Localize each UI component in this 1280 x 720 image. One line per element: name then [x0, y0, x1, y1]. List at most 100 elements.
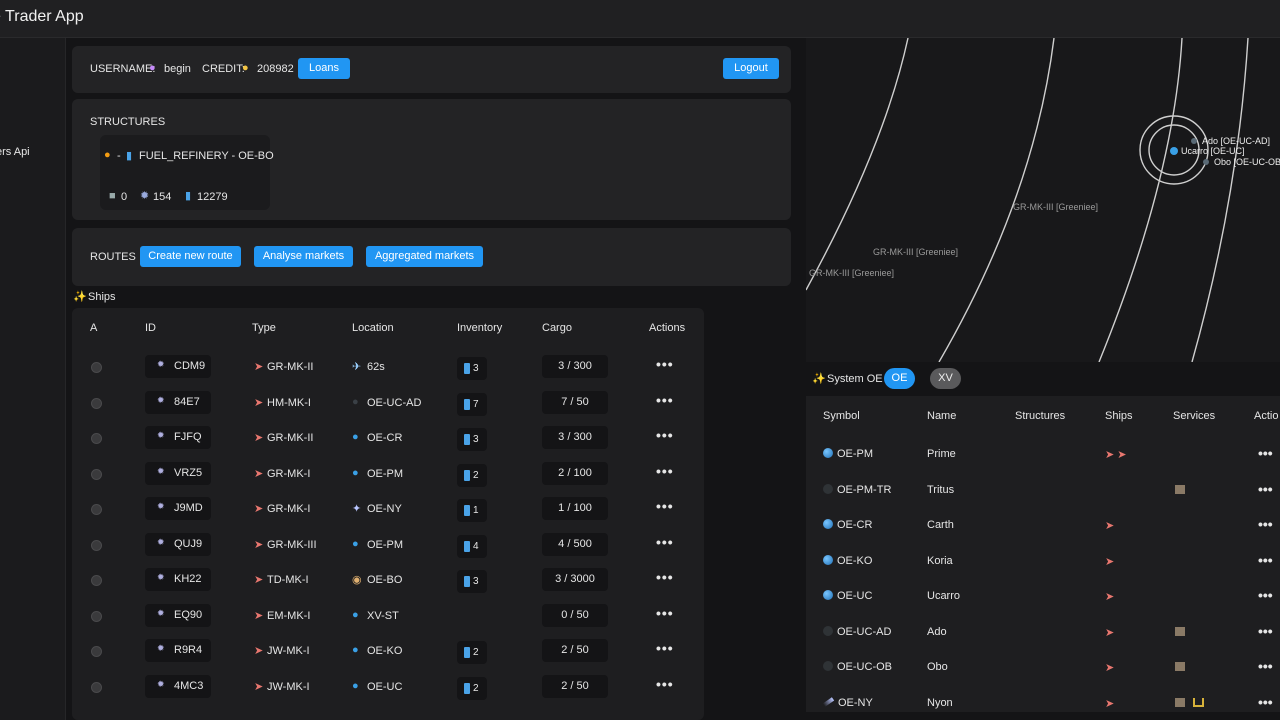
- map-label-ucarro[interactable]: Ucarro [OE-UC]: [1181, 146, 1245, 156]
- table-row[interactable]: OE-NY Nyon ➤ •••: [806, 686, 1280, 713]
- table-row[interactable]: OE-CR Carth ➤ •••: [806, 508, 1280, 543]
- ship-id-chip[interactable]: ✹ VRZ5: [145, 461, 211, 485]
- system-symbol-cell[interactable]: OE-PM: [823, 448, 873, 460]
- more-actions-button[interactable]: •••: [656, 498, 674, 514]
- more-actions-button[interactable]: •••: [1258, 658, 1273, 674]
- ship-id-chip[interactable]: ✹ EQ90: [145, 603, 211, 627]
- ship-location[interactable]: XV-ST: [367, 610, 399, 622]
- inventory-chip[interactable]: 3: [457, 428, 487, 451]
- column-header-id[interactable]: ID: [145, 322, 156, 334]
- map-label-obo[interactable]: Obo [OE-UC-OB]: [1214, 157, 1280, 167]
- column-header-services[interactable]: Services: [1173, 410, 1215, 422]
- system-pill-oe[interactable]: OE: [884, 368, 915, 389]
- more-actions-button[interactable]: •••: [1258, 516, 1273, 532]
- map-label-ship-2[interactable]: GR-MK-III [Greeniee]: [873, 247, 958, 257]
- inventory-chip[interactable]: 2: [457, 641, 487, 664]
- inventory-chip[interactable]: 7: [457, 392, 487, 416]
- system-symbol-cell[interactable]: OE-UC-AD: [823, 625, 891, 638]
- ship-location[interactable]: OE-NY: [367, 503, 402, 515]
- column-header-inventory[interactable]: Inventory: [457, 322, 502, 334]
- table-row[interactable]: ✹ EQ90 ➤ EM-MK-I ● XV-ST 0 / 50 •••: [72, 598, 704, 633]
- inventory-chip[interactable]: 2: [457, 463, 487, 487]
- map-label-ship-1[interactable]: GR-MK-III [Greeniee]: [1013, 202, 1098, 212]
- ship-location[interactable]: OE-UC: [367, 681, 402, 693]
- more-actions-button[interactable]: •••: [656, 392, 674, 408]
- more-actions-button[interactable]: •••: [656, 569, 674, 585]
- table-row[interactable]: ✹ J9MD ➤ GR-MK-I ✦ OE-NY 1 1 / 100 •••: [72, 491, 704, 526]
- select-radio[interactable]: [91, 397, 102, 409]
- table-row[interactable]: OE-UC-AD Ado ➤ •••: [806, 615, 1280, 650]
- column-header-ships[interactable]: Ships: [1105, 410, 1133, 422]
- loans-button[interactable]: Loans: [298, 58, 350, 79]
- more-actions-button[interactable]: •••: [656, 676, 674, 692]
- column-header-structures[interactable]: Structures: [1015, 410, 1065, 422]
- ship-id-chip[interactable]: ✹ QUJ9: [145, 532, 211, 556]
- inventory-chip[interactable]: 4: [457, 534, 487, 558]
- table-row[interactable]: OE-KO Koria ➤ •••: [806, 544, 1280, 579]
- system-symbol-cell[interactable]: OE-PM-TR: [823, 483, 891, 496]
- column-header-name[interactable]: Name: [927, 410, 956, 422]
- more-actions-button[interactable]: •••: [1258, 445, 1273, 461]
- select-radio[interactable]: [91, 433, 102, 444]
- table-row[interactable]: ✹ 4MC3 ➤ JW-MK-I ● OE-UC 2 2 / 50 •••: [72, 669, 704, 704]
- create-route-button[interactable]: Create new route: [140, 246, 241, 267]
- sidebar-item-api[interactable]: ers Api: [0, 146, 30, 158]
- select-radio[interactable]: [91, 362, 102, 373]
- more-actions-button[interactable]: •••: [656, 534, 674, 550]
- aggregated-markets-button[interactable]: Aggregated markets: [366, 246, 483, 267]
- table-row[interactable]: ✹ VRZ5 ➤ GR-MK-I ● OE-PM 2 2 / 100 •••: [72, 456, 704, 491]
- table-row[interactable]: OE-PM-TR Tritus •••: [806, 473, 1280, 508]
- more-actions-button[interactable]: •••: [1258, 481, 1273, 497]
- table-row[interactable]: ✹ CDM9 ➤ GR-MK-II ✈ 62s 3 3 / 300 •••: [72, 349, 704, 384]
- ship-location[interactable]: OE-KO: [367, 645, 402, 657]
- table-row[interactable]: ✹ 84E7 ➤ HM-MK-I ● OE-UC-AD 7 7 / 50 •••: [72, 385, 704, 420]
- select-radio[interactable]: [91, 575, 102, 586]
- table-row[interactable]: ✹ KH22 ➤ TD-MK-I ◉ OE-BO 3 3 / 3000 •••: [72, 562, 704, 597]
- ship-id-chip[interactable]: ✹ 84E7: [145, 390, 211, 414]
- ship-id-chip[interactable]: ✹ 4MC3: [145, 674, 211, 698]
- select-radio[interactable]: [91, 539, 102, 551]
- ship-location[interactable]: 62s: [367, 361, 385, 373]
- ship-location[interactable]: OE-PM: [367, 468, 403, 480]
- inventory-chip[interactable]: 3: [457, 357, 487, 380]
- more-actions-button[interactable]: •••: [656, 605, 674, 621]
- table-row[interactable]: ✹ QUJ9 ➤ GR-MK-III ● OE-PM 4 4 / 500 •••: [72, 527, 704, 562]
- inventory-chip[interactable]: 2: [457, 676, 487, 700]
- system-symbol-cell[interactable]: OE-KO: [823, 554, 872, 567]
- table-row[interactable]: ✹ R9R4 ➤ JW-MK-I ● OE-KO 2 2 / 50 •••: [72, 633, 704, 668]
- ship-location[interactable]: OE-UC-AD: [367, 397, 421, 409]
- more-actions-button[interactable]: •••: [1258, 623, 1273, 639]
- table-row[interactable]: OE-PM Prime ➤ ➤ •••: [806, 437, 1280, 472]
- system-symbol-cell[interactable]: OE-NY: [822, 697, 873, 709]
- map-label-ship-3[interactable]: GR-MK-III [Greeniee]: [809, 268, 894, 278]
- more-actions-button[interactable]: •••: [1258, 552, 1273, 568]
- column-header-cargo[interactable]: Cargo: [542, 322, 572, 334]
- more-actions-button[interactable]: •••: [656, 463, 674, 479]
- column-header-location[interactable]: Location: [352, 322, 394, 334]
- more-actions-button[interactable]: •••: [656, 356, 674, 372]
- map-label-ado[interactable]: Ado [OE-UC-AD]: [1202, 136, 1270, 146]
- more-actions-button[interactable]: •••: [1258, 587, 1273, 603]
- inventory-chip[interactable]: 1: [457, 499, 487, 522]
- more-actions-button[interactable]: •••: [656, 427, 674, 443]
- ship-location[interactable]: OE-BO: [367, 574, 402, 586]
- select-radio[interactable]: [91, 610, 102, 622]
- ship-location[interactable]: OE-PM: [367, 539, 403, 551]
- ship-location[interactable]: OE-CR: [367, 432, 402, 444]
- ship-id-chip[interactable]: ✹ R9R4: [145, 639, 211, 662]
- select-radio[interactable]: [91, 681, 102, 693]
- ship-id-chip[interactable]: ✹ KH22: [145, 568, 211, 591]
- table-row[interactable]: OE-UC-OB Obo ➤ •••: [806, 650, 1280, 685]
- table-row[interactable]: ✹ FJFQ ➤ GR-MK-II ● OE-CR 3 3 / 300 •••: [72, 420, 704, 455]
- select-radio[interactable]: [91, 468, 102, 480]
- more-actions-button[interactable]: •••: [1258, 694, 1273, 710]
- ship-id-chip[interactable]: ✹ J9MD: [145, 497, 211, 520]
- logout-button[interactable]: Logout: [723, 58, 779, 79]
- ship-id-chip[interactable]: ✹ FJFQ: [145, 426, 211, 449]
- select-radio[interactable]: [91, 504, 102, 515]
- ship-id-chip[interactable]: ✹ CDM9: [145, 355, 211, 378]
- system-pill-xv[interactable]: XV: [930, 368, 961, 389]
- system-symbol-cell[interactable]: OE-UC: [823, 590, 872, 602]
- analyse-markets-button[interactable]: Analyse markets: [254, 246, 353, 267]
- system-symbol-cell[interactable]: OE-CR: [823, 519, 872, 531]
